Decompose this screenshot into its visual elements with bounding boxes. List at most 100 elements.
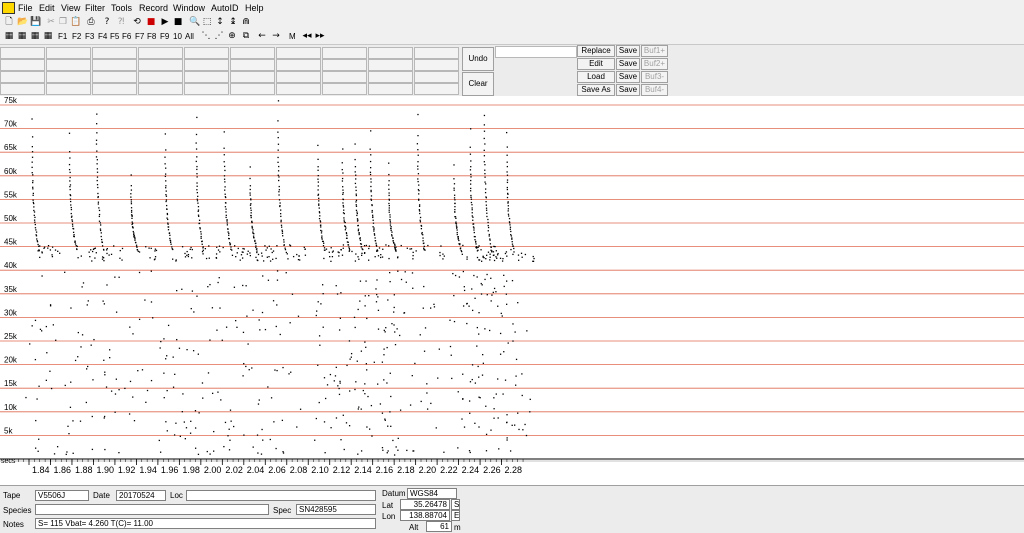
empty-button-cell[interactable] (230, 71, 275, 83)
empty-button-cell[interactable] (322, 71, 367, 83)
zoom-tool-icon[interactable]: ⊕ (227, 31, 237, 42)
skip-back-icon[interactable]: ◂◂ (302, 31, 312, 42)
compress-vertical-icon[interactable]: ↨ (228, 17, 238, 28)
sonogram-plot[interactable]: 5k 10k 15k 20k 25k 30k 35k 40k 45k 50k 55k 60k 65k 70… (0, 96, 1024, 485)
empty-button-cell[interactable] (92, 59, 137, 71)
empty-button-cell[interactable] (276, 71, 321, 83)
menu-tools[interactable]: Tools (111, 3, 132, 13)
tape-field[interactable]: V5506J (35, 490, 89, 501)
save-as-button[interactable]: Save As (577, 84, 615, 96)
copy-icon[interactable]: ❐ (58, 17, 68, 28)
fkey-f5[interactable]: F5 (110, 31, 119, 42)
empty-button-cell[interactable] (276, 47, 321, 59)
notes-field[interactable]: S= 115 Vbat= 4.260 T(C)= 11.00 (35, 518, 376, 529)
empty-button-cell[interactable] (138, 71, 183, 83)
empty-button-cell[interactable] (368, 83, 413, 95)
empty-button-cell[interactable] (92, 71, 137, 83)
menu-filter[interactable]: Filter (85, 3, 105, 13)
skip-forward-icon[interactable]: ▸▸ (315, 31, 325, 42)
empty-button-cell[interactable] (414, 71, 459, 83)
open-folder-icon[interactable]: 📂 (17, 17, 28, 28)
menu-view[interactable]: View (61, 3, 80, 13)
empty-button-cell[interactable] (368, 47, 413, 59)
lat-hemisphere[interactable]: S (451, 499, 460, 510)
fkey-f2[interactable]: F2 (72, 31, 81, 42)
edit-button[interactable]: Edit (577, 58, 615, 70)
empty-button-cell[interactable] (276, 83, 321, 95)
fkey-f7[interactable]: F7 (135, 31, 144, 42)
lon-field[interactable]: 138.88704 (400, 510, 450, 521)
empty-button-cell[interactable] (414, 47, 459, 59)
species-field[interactable] (35, 504, 269, 515)
wave-zoom-icon[interactable]: ⋰ (214, 31, 224, 42)
arrow-left-icon[interactable]: ← (257, 31, 267, 42)
empty-button-cell[interactable] (92, 47, 137, 59)
save-button-2[interactable]: Save (616, 58, 640, 70)
undo-button[interactable]: Undo (462, 47, 494, 71)
print-icon[interactable]: ⎙ (86, 17, 96, 28)
empty-button-cell[interactable] (0, 83, 45, 95)
empty-button-cell[interactable] (230, 59, 275, 71)
replace-button[interactable]: Replace (577, 45, 615, 57)
copy-view-icon[interactable]: ⧉ (241, 31, 251, 42)
play-icon[interactable]: ▶ (160, 17, 170, 28)
lon-hemisphere[interactable]: E (451, 510, 460, 521)
fkey-f6[interactable]: F6 (122, 31, 131, 42)
alt-field[interactable]: 61 (426, 521, 452, 532)
grid-view-icon[interactable]: ▦ (4, 31, 14, 42)
grid-view-4-icon[interactable]: ▦ (43, 31, 53, 42)
loop-icon[interactable]: ⟲ (132, 17, 142, 28)
buf4-button[interactable]: Buf4- (641, 84, 668, 96)
datum-field[interactable]: WGS84 (407, 488, 457, 499)
new-file-icon[interactable]: 🗋 (4, 17, 14, 28)
wave-view-icon[interactable]: ⋱ (201, 31, 211, 42)
empty-button-cell[interactable] (46, 71, 91, 83)
empty-button-cell[interactable] (322, 59, 367, 71)
date-field[interactable]: 20170524 (116, 490, 166, 501)
menu-record[interactable]: Record (139, 3, 168, 13)
fkey-f4[interactable]: F4 (98, 31, 107, 42)
empty-button-cell[interactable] (184, 83, 229, 95)
zoom-icon[interactable]: 🔍 (189, 17, 200, 28)
empty-button-cell[interactable] (276, 59, 321, 71)
buf3-button[interactable]: Buf3- (641, 71, 668, 83)
fkey-f9[interactable]: F9 (160, 31, 169, 42)
save-button-3[interactable]: Save (616, 71, 640, 83)
empty-button-cell[interactable] (0, 59, 45, 71)
stop-icon[interactable]: ■ (173, 17, 183, 28)
load-button[interactable]: Load (577, 71, 615, 83)
clear-button[interactable]: Clear (462, 72, 494, 96)
empty-button-cell[interactable] (138, 59, 183, 71)
empty-button-cell[interactable] (138, 83, 183, 95)
expand-vertical-icon[interactable]: ↕ (215, 17, 225, 28)
empty-button-cell[interactable] (0, 71, 45, 83)
help-icon[interactable]: ? (102, 17, 112, 28)
empty-button-cell[interactable] (184, 47, 229, 59)
menu-edit[interactable]: Edit (39, 3, 55, 13)
buf2-button[interactable]: Buf2+ (641, 58, 668, 70)
fkey-f8[interactable]: F8 (147, 31, 156, 42)
menu-help[interactable]: Help (245, 3, 264, 13)
empty-button-cell[interactable] (138, 47, 183, 59)
select-box-icon[interactable]: ⬚ (202, 17, 212, 28)
empty-button-cell[interactable] (368, 59, 413, 71)
filter-icon[interactable]: ⋒ (241, 17, 251, 28)
empty-button-cell[interactable] (230, 47, 275, 59)
empty-button-cell[interactable] (414, 83, 459, 95)
empty-button-cell[interactable] (46, 59, 91, 71)
spec-field[interactable]: SN428595 (296, 504, 376, 515)
empty-button-cell[interactable] (184, 59, 229, 71)
fkey-all[interactable]: All (185, 31, 194, 42)
empty-button-cell[interactable] (92, 83, 137, 95)
grid-view-3-icon[interactable]: ▦ (30, 31, 40, 42)
record-icon[interactable]: ■ (146, 17, 156, 28)
grid-view-2-icon[interactable]: ▦ (17, 31, 27, 42)
fkey-f10[interactable]: 10 (173, 31, 182, 42)
save-disk-icon[interactable]: 💾 (30, 17, 41, 28)
empty-button-cell[interactable] (0, 47, 45, 59)
paste-icon[interactable]: 📋 (70, 17, 81, 28)
empty-button-cell[interactable] (46, 83, 91, 95)
empty-button-cell[interactable] (322, 83, 367, 95)
context-help-icon[interactable]: ⁈ (116, 17, 126, 28)
empty-button-cell[interactable] (230, 83, 275, 95)
